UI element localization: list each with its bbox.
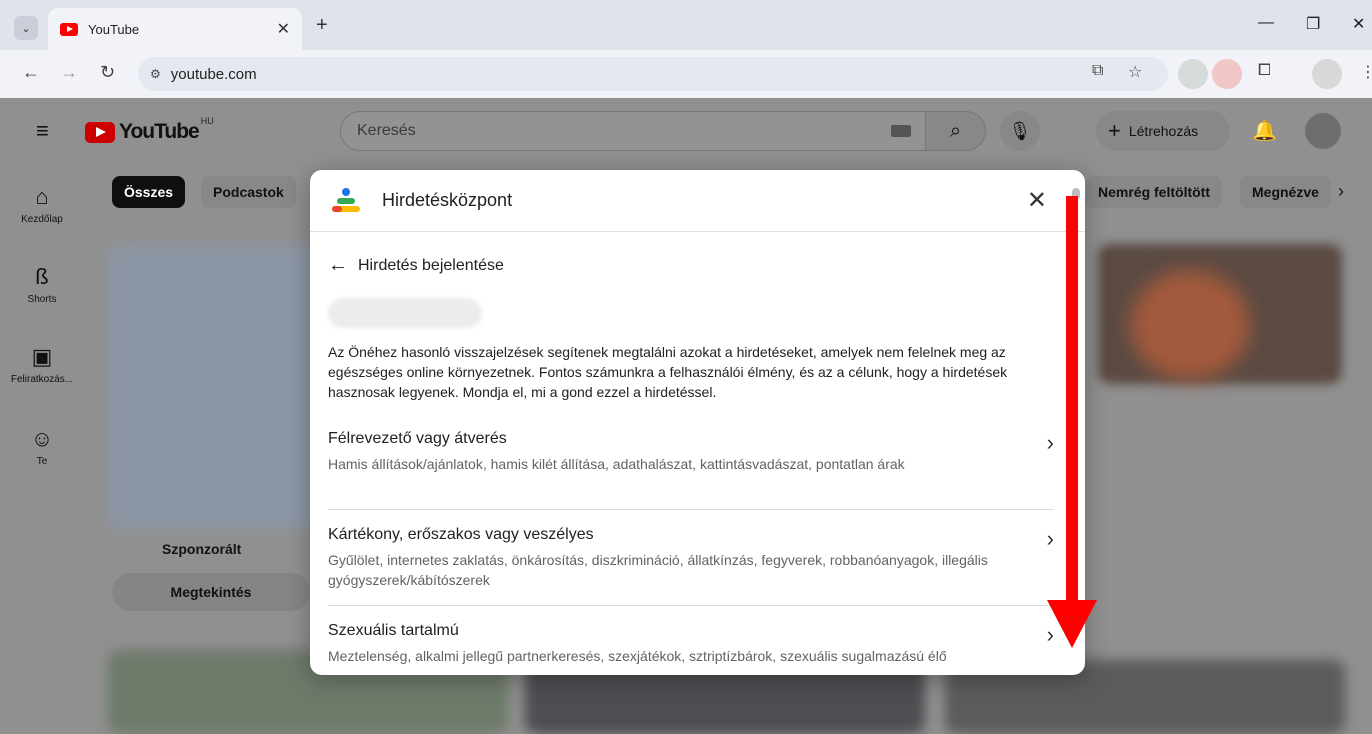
home-icon: ⌂ [35, 184, 49, 209]
sidebar-item-you[interactable]: ☺ Te [0, 426, 90, 467]
microphone-icon: 🎙 [1008, 120, 1032, 141]
chevron-right-icon: › [1046, 526, 1054, 551]
sidebar-item-label: Kezdőlap [21, 214, 63, 225]
back-arrow-icon: ← [328, 254, 348, 276]
category-misleading[interactable]: Félrevezető vagy átverés Hamis állítások… [328, 430, 1054, 474]
extensions-puzzle-icon[interactable]: ⧠ [1258, 62, 1271, 80]
chip-podcasts[interactable]: Podcastok [201, 176, 296, 208]
shorts-icon: ß [35, 264, 49, 289]
ad-thumbnail[interactable] [108, 245, 318, 530]
back-button[interactable]: ← Hirdetés bejelentése [328, 254, 504, 277]
ad-center-dialog: Hirdetésközpont ✕ ← Hirdetés bejelentése… [310, 170, 1085, 675]
close-icon[interactable]: ✕ [1027, 186, 1047, 215]
extension-icon[interactable] [1212, 59, 1242, 89]
bookmark-star-icon[interactable]: ☆ [1128, 62, 1142, 82]
chevron-right-icon: › [1046, 430, 1054, 455]
video-thumbnail-detail [1130, 270, 1250, 380]
back-label: Hirdetés bejelentése [358, 256, 504, 274]
search-button[interactable]: ⌕ [926, 111, 986, 151]
scroll-down-arrow-head [1047, 600, 1097, 648]
category-sexual[interactable]: Szexuális tartalmú Meztelenség, alkalmi … [328, 622, 1054, 666]
back-arrow-icon[interactable]: ← [22, 62, 40, 83]
category-description: Gyűlölet, internetes zaklatás, önkárosít… [328, 552, 988, 588]
forward-arrow-icon[interactable]: → [60, 62, 78, 83]
category-description: Hamis állítások/ajánlatok, hamis kilét á… [328, 456, 905, 472]
intro-text: Az Önéhez hasonló visszajelzések segíten… [328, 344, 1008, 400]
hamburger-menu-icon[interactable]: ≡ [36, 118, 49, 144]
country-code: HU [200, 116, 214, 126]
scroll-down-arrow-annotation [1066, 196, 1078, 604]
plus-icon: + [1108, 118, 1121, 143]
voice-search-button[interactable]: 🎙 [1000, 111, 1040, 151]
divider [328, 605, 1054, 606]
sidebar-item-home[interactable]: ⌂ Kezdőlap [0, 184, 90, 225]
blurred-advertiser-name [328, 298, 482, 328]
search-placeholder: Keresés [357, 122, 416, 139]
subscriptions-icon: ▣ [31, 344, 53, 369]
address-bar[interactable]: ⚙ youtube.com [138, 57, 1168, 91]
search-icon: ⌕ [949, 119, 962, 142]
category-title: Szexuális tartalmú [328, 622, 459, 639]
tab-title: YouTube [88, 21, 140, 37]
youtube-favicon-icon [60, 22, 78, 36]
chevron-right-icon[interactable]: › [1338, 181, 1344, 202]
tab-search-icon[interactable]: ⌄ [14, 16, 38, 40]
browser-tab-youtube[interactable]: YouTube ✕ [48, 8, 302, 50]
ad-center-logo-icon [332, 187, 360, 214]
sidebar-item-label: Shorts [27, 294, 57, 305]
browser-menu-icon[interactable]: ⋮ [1360, 62, 1372, 82]
watch-button[interactable]: Megtekintés [112, 573, 310, 611]
create-button[interactable]: + Létrehozás [1096, 111, 1230, 151]
chip-recently-uploaded[interactable]: Nemrég feltöltött [1086, 176, 1222, 208]
dialog-title: Hirdetésközpont [382, 190, 513, 210]
reload-icon[interactable]: ↻ [100, 62, 115, 83]
sidebar-item-label: Feliratkozás... [10, 374, 74, 385]
search-input[interactable]: Keresés [340, 111, 926, 151]
category-description: Meztelenség, alkalmi jellegű partnerkere… [328, 648, 947, 664]
category-harmful[interactable]: Kártékony, erőszakos vagy veszélyes Gyűl… [328, 526, 1054, 590]
sidebar-item-label: Te [36, 456, 48, 467]
browser-tabbar: ⌄ YouTube ✕ + — ❐ ✕ [0, 0, 1372, 50]
dialog-header: Hirdetésközpont ✕ [310, 170, 1085, 232]
close-window-button[interactable]: ✕ [1352, 14, 1365, 34]
category-title: Kártékony, erőszakos vagy veszélyes [328, 526, 594, 543]
youtube-play-icon [85, 121, 115, 143]
account-icon: ☺ [30, 426, 54, 451]
profile-avatar[interactable] [1312, 59, 1342, 89]
youtube-logo[interactable]: YouTube HU [85, 116, 214, 144]
chip-watched[interactable]: Megnézve [1240, 176, 1331, 208]
minimize-button[interactable]: — [1258, 14, 1274, 32]
sponsored-label: Szponzorált [162, 541, 242, 557]
chip-all[interactable]: Összes [112, 176, 186, 208]
restore-button[interactable]: ❐ [1306, 14, 1320, 34]
tab-close-icon[interactable]: ✕ [277, 19, 290, 39]
category-title: Félrevezető vagy átverés [328, 430, 507, 447]
new-tab-button[interactable]: + [316, 14, 328, 37]
divider [328, 509, 1054, 510]
create-label: Létrehozás [1128, 123, 1199, 139]
logo-text: YouTube [119, 120, 200, 143]
site-info-icon[interactable]: ⚙ [150, 67, 161, 81]
url-text: youtube.com [170, 65, 257, 83]
extension-icon[interactable] [1178, 59, 1208, 89]
sidebar-item-shorts[interactable]: ß Shorts [0, 264, 90, 305]
avatar[interactable] [1305, 113, 1341, 149]
cast-icon[interactable]: ⧉ [1092, 62, 1103, 80]
sidebar-item-subscriptions[interactable]: ▣ Feliratkozás... [0, 344, 90, 385]
keyboard-icon[interactable] [891, 125, 911, 137]
notifications-bell-icon[interactable]: 🔔 [1252, 118, 1277, 143]
